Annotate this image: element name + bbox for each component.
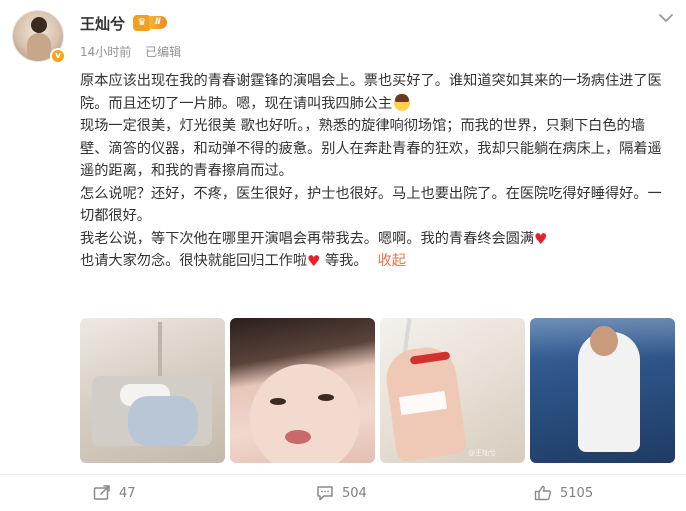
post-content: 原本应该出现在我的青春谢霆锋的演唱会上。票也买好了。谁知道突如其来的一场病住进了…	[80, 70, 670, 273]
singer-head	[590, 326, 618, 356]
post-meta: 14小时前 已编辑	[80, 43, 181, 60]
comment-button[interactable]: 504	[316, 483, 367, 503]
paragraph-5-suffix: 等我。	[320, 253, 368, 269]
like-button[interactable]: 5105	[534, 483, 593, 503]
princess-emoji-icon	[394, 93, 411, 111]
paragraph-1: 原本应该出现在我的青春谢霆锋的演唱会上。票也买好了。谁知道突如其来的一场病住进了…	[80, 70, 670, 115]
paragraph-5-text: 也请大家勿念。很快就能回归工作啦	[80, 253, 308, 269]
repost-button[interactable]: 47	[93, 483, 136, 503]
photo-grid: @王灿兮	[80, 318, 676, 463]
photo-watermark: @王灿兮	[468, 449, 496, 457]
paragraph-4-text: 我老公说，等下次他在哪里开演唱会再带我去。嗯啊。我的青春终会圆满	[80, 230, 535, 247]
edited-label[interactable]: 已编辑	[145, 45, 181, 59]
repost-icon	[93, 485, 110, 500]
left-eye	[270, 398, 286, 405]
heart-emoji-icon: ♥	[307, 252, 321, 270]
paragraph-2: 现场一定很美，灯光很美 歌也好听。，熟悉的旋律响彻场馆；而我的世界，只剩下白色的…	[80, 118, 662, 179]
like-count: 5105	[560, 485, 594, 501]
hospital-bed-photo[interactable]	[80, 318, 225, 463]
right-eye	[318, 394, 334, 401]
avatar-head	[31, 17, 47, 33]
iv-pole	[158, 322, 162, 382]
membership-badge[interactable]: ♛ Ⅱ	[133, 14, 175, 31]
concert-photo[interactable]	[530, 318, 675, 463]
post-time[interactable]: 14小时前	[80, 45, 131, 59]
author-name[interactable]: 王灿兮	[80, 13, 125, 34]
paragraph-1-text: 原本应该出现在我的青春谢霆锋的演唱会上。票也买好了。谁知道突如其来的一场病住进了…	[80, 73, 662, 112]
iv-hand-photo[interactable]: @王灿兮	[380, 318, 525, 463]
footer-divider	[0, 474, 686, 475]
more-options-button[interactable]	[656, 10, 676, 26]
chevron-down-icon	[659, 14, 673, 22]
repost-count: 47	[119, 485, 136, 501]
lips	[285, 430, 311, 444]
face	[250, 364, 360, 463]
collapse-link[interactable]: 收起	[378, 253, 406, 269]
membership-level: Ⅱ	[149, 16, 167, 29]
heart-emoji-icon: ♥	[534, 229, 548, 248]
comment-count: 504	[342, 485, 367, 501]
selfie-photo[interactable]	[230, 318, 375, 463]
patient-blanket	[128, 396, 198, 446]
paragraph-5: 也请大家勿念。很快就能回归工作啦♥ 等我。 收起	[80, 250, 670, 273]
paragraph-4: 我老公说，等下次他在哪里开演唱会再带我去。嗯啊。我的青春终会圆满♥	[80, 228, 670, 251]
verified-badge-icon: v	[50, 48, 66, 64]
paragraph-3: 怎么说呢？还好，不疼，医生很好，护士也很好。马上也要出院了。在医院吃得好睡得好。…	[80, 185, 662, 225]
avatar-body	[27, 33, 51, 61]
comment-icon	[317, 486, 333, 501]
thumbs-up-icon	[534, 485, 552, 501]
weibo-post-card: v 王灿兮 ♛ Ⅱ 14小时前 已编辑 原本应该出现在我的青春谢霆锋的演唱会上。…	[0, 0, 686, 511]
